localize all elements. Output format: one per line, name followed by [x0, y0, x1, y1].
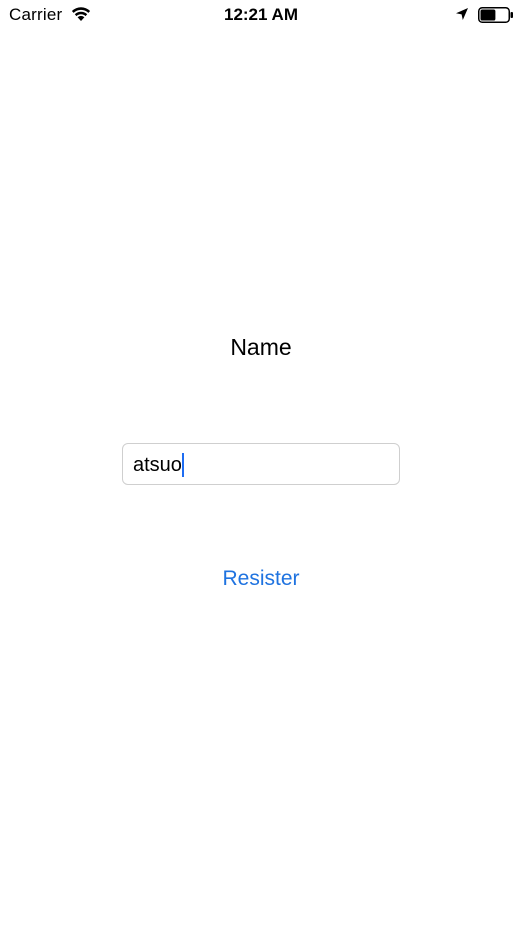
app-screen: Carrier 12:21 AM Name atsuo Resister: [0, 0, 522, 928]
register-button[interactable]: Resister: [0, 567, 522, 591]
name-label: Name: [230, 334, 292, 360]
name-field-value[interactable]: atsuo: [133, 453, 184, 477]
text-caret: [181, 453, 184, 477]
location-arrow-icon: [456, 8, 468, 20]
status-time: 12:21 AM: [223, 5, 298, 24]
name-field[interactable]: atsuo: [122, 443, 400, 485]
status-bar: Carrier 12:21 AM: [0, 0, 522, 30]
battery-icon: [478, 7, 513, 23]
name-field-text: atsuo: [133, 454, 182, 476]
